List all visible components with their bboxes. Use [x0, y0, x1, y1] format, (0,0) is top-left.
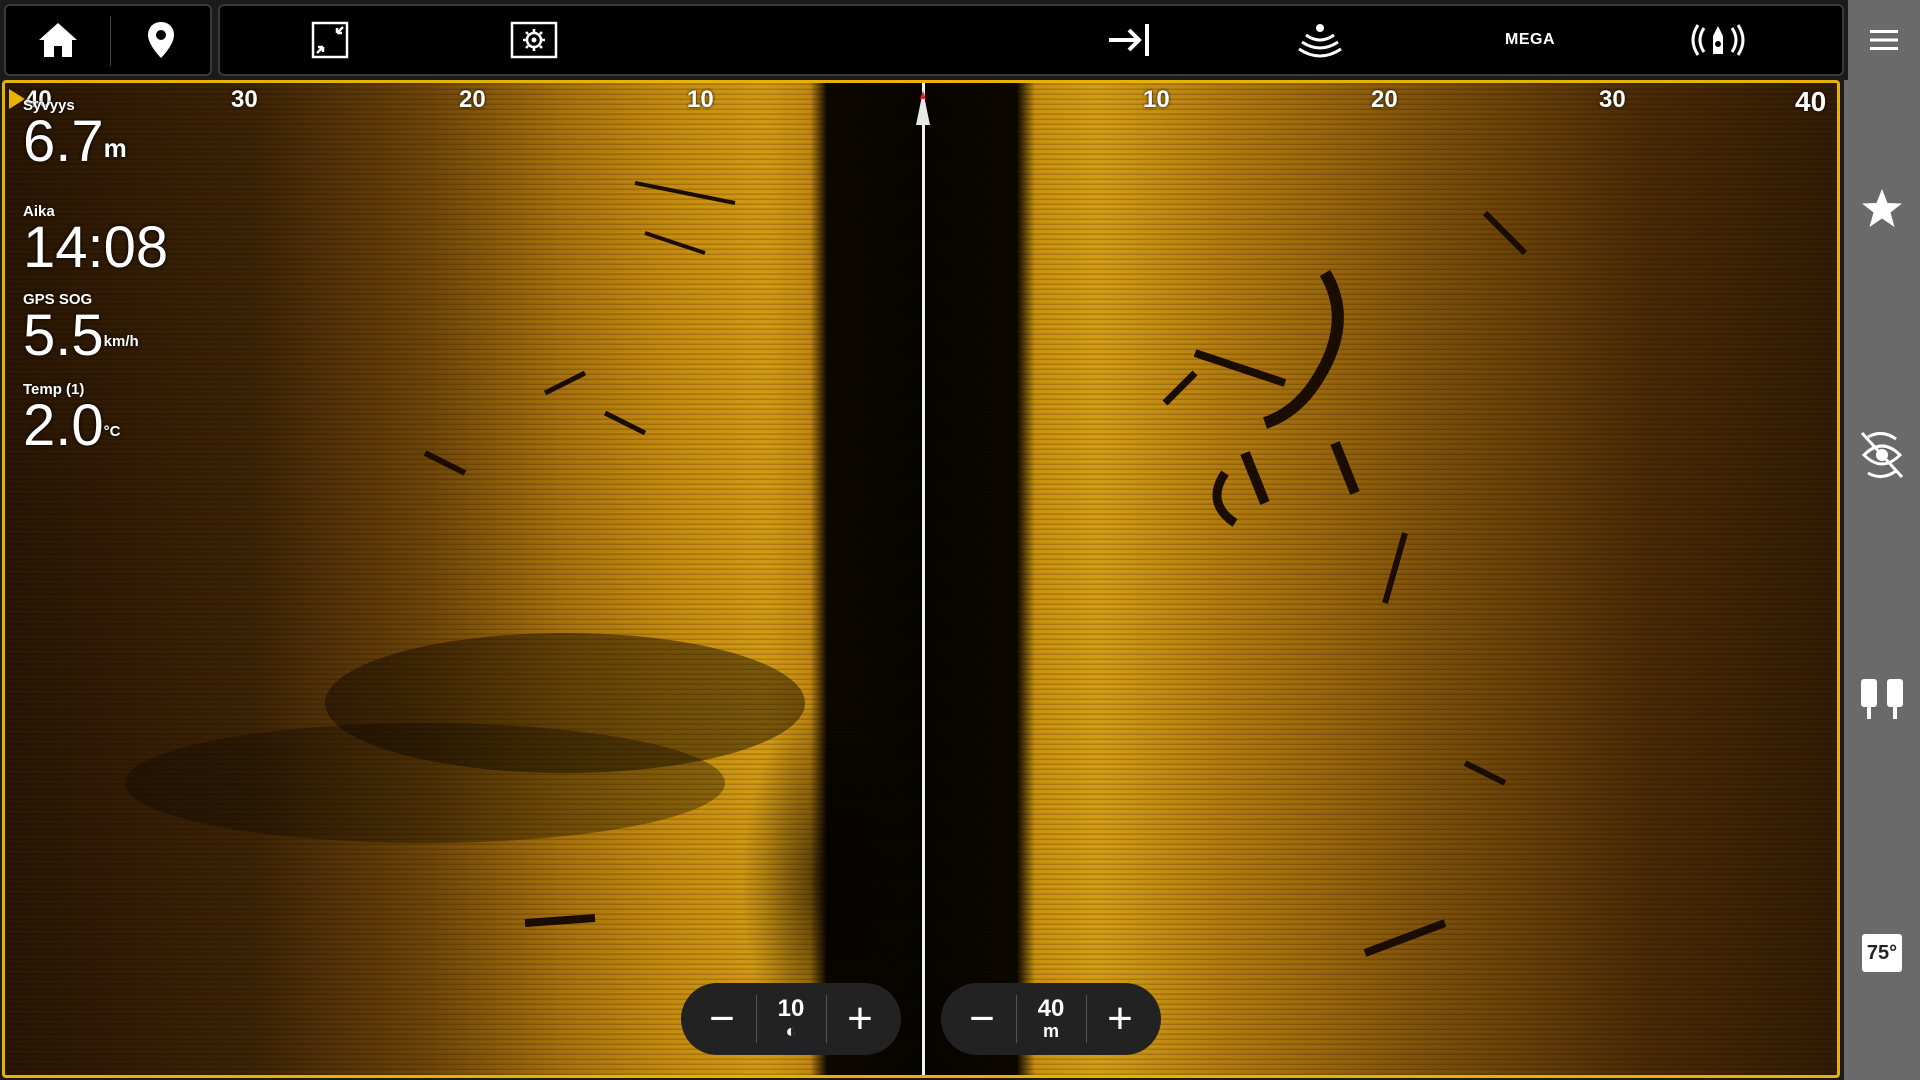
scale-label-left-10: 10 — [687, 86, 714, 113]
speed-number: 5.5 — [23, 303, 104, 368]
top-toolbar: MEGA — [0, 0, 1920, 80]
contrast-control: − 10 ◐ + — [681, 983, 901, 1055]
depth-value: 6.7m — [23, 113, 127, 171]
sonar-settings-button[interactable] — [494, 6, 574, 74]
home-icon — [39, 23, 77, 57]
range-decrease-button[interactable]: − — [953, 990, 1011, 1048]
contrast-value: 10 ◐ — [761, 995, 821, 1042]
depth-unit: m — [103, 133, 127, 163]
arrow-to-line-icon — [1109, 24, 1149, 56]
range-increase-button[interactable]: + — [1091, 990, 1149, 1048]
control-divider — [1015, 995, 1017, 1043]
boat-track-line — [922, 83, 925, 1075]
side-imaging-sonar-view[interactable]: 40 30 20 10 10 20 30 40 Syvyys 6.7m Aika… — [2, 80, 1840, 1078]
waypoint-button[interactable] — [111, 6, 211, 74]
scale-label-right-10: 10 — [1143, 86, 1170, 113]
range-value: 40 m — [1021, 995, 1081, 1042]
main-menu-button[interactable] — [1848, 0, 1920, 80]
right-sidebar: 75° — [1844, 80, 1920, 1080]
hamburger-menu-icon — [1870, 30, 1898, 50]
sonar-mode-button[interactable] — [1280, 6, 1360, 74]
control-divider — [1085, 995, 1087, 1043]
speed-unit: km/h — [103, 333, 139, 350]
split-view-icon — [1861, 679, 1903, 719]
beam-angle-badge: 75° — [1862, 934, 1902, 972]
speed-readout: GPS SOG 5.5km/h — [23, 291, 139, 365]
scale-label-left-20: 20 — [459, 86, 486, 113]
sonar-returns-layer — [125, 181, 1528, 957]
shrink-view-button[interactable] — [290, 6, 370, 74]
depth-number: 6.7 — [23, 109, 104, 174]
mega-mode-button[interactable]: MEGA — [1480, 6, 1580, 74]
eye-rotate-icon — [1860, 431, 1904, 479]
range-button[interactable] — [1090, 6, 1170, 74]
contrast-icon: ◐ — [785, 1021, 797, 1041]
map-pin-icon — [148, 22, 174, 58]
sonar-beam-icon — [1298, 24, 1342, 58]
range-unit: m — [1042, 1021, 1059, 1041]
range-control: − 40 m + — [941, 983, 1161, 1055]
contrast-decrease-button[interactable]: − — [693, 990, 751, 1048]
transducer-ping-icon — [1691, 24, 1745, 56]
sonar-settings-icon — [510, 21, 558, 59]
scale-label-right-30: 30 — [1599, 86, 1626, 113]
temperature-readout: Temp (1) 2.0°C — [23, 381, 121, 455]
temperature-value: 2.0°C — [23, 397, 121, 455]
temperature-unit: °C — [103, 423, 121, 440]
time-readout: Aika 14:08 — [23, 203, 169, 280]
mega-label: MEGA — [1505, 31, 1555, 48]
scale-label-right-40: 40 — [1795, 86, 1827, 117]
main-button-group: MEGA — [218, 4, 1844, 76]
scale-label-right-20: 20 — [1371, 86, 1398, 113]
favorite-button[interactable] — [1844, 174, 1920, 244]
shrink-view-icon — [311, 21, 349, 59]
speed-value: 5.5km/h — [23, 307, 139, 365]
left-button-group — [4, 4, 212, 76]
range-number: 40 — [1037, 995, 1065, 1022]
split-view-button[interactable] — [1844, 664, 1920, 734]
depth-readout: Syvyys 6.7m — [23, 97, 127, 171]
boat-heading-marker — [920, 91, 926, 99]
transducer-button[interactable] — [1678, 6, 1758, 74]
beam-angle-button[interactable]: 75° — [1844, 918, 1920, 988]
control-divider — [755, 995, 757, 1043]
contrast-number: 10 — [777, 995, 805, 1022]
contrast-increase-button[interactable]: + — [831, 990, 889, 1048]
view-rotate-button[interactable] — [1844, 420, 1920, 490]
scale-label-left-30: 30 — [231, 86, 258, 113]
home-button[interactable] — [6, 6, 110, 74]
temperature-number: 2.0 — [23, 393, 104, 458]
time-value: 14:08 — [23, 215, 169, 280]
control-divider — [825, 995, 827, 1043]
star-icon — [1862, 189, 1902, 227]
